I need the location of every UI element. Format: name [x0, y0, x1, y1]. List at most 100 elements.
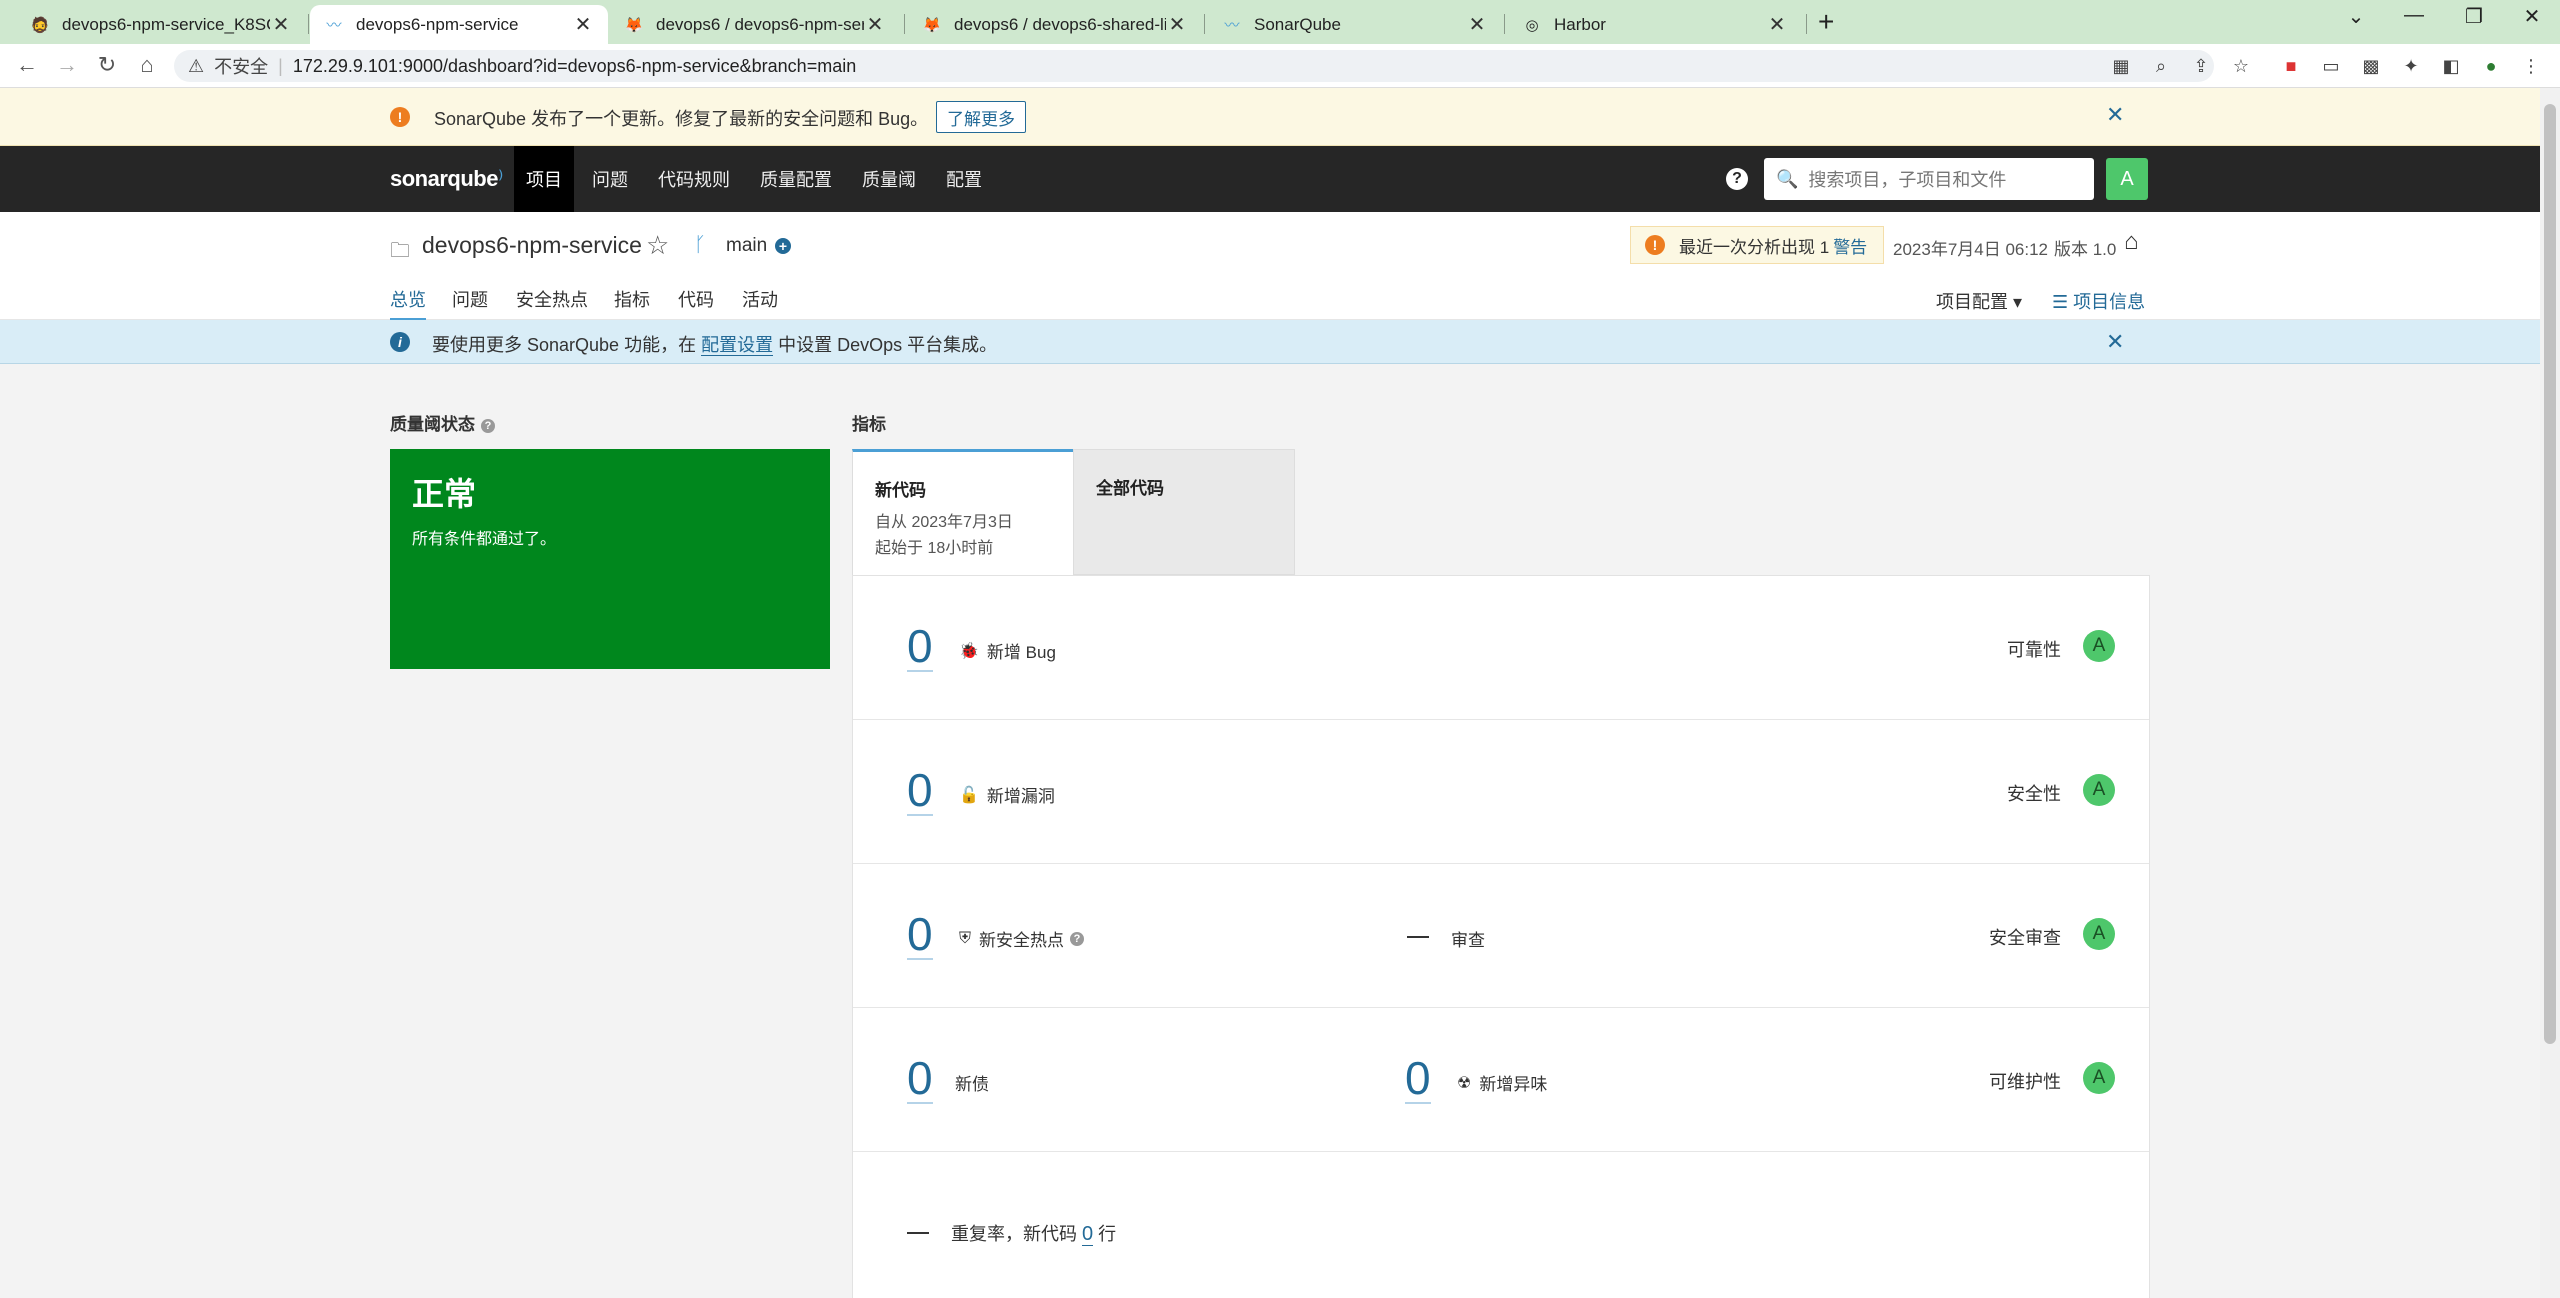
tab-code[interactable]: 代码 [678, 286, 714, 318]
tab-new-code[interactable]: 新代码 自从 2023年7月3日 起始于 18小时前 [852, 449, 1074, 575]
scrollbar[interactable] [2540, 88, 2560, 1298]
top-navigation: sonarqube⁾ 项目 问题 代码规则 质量配置 质量阈 配置 ? 🔍 搜索… [0, 146, 2540, 212]
browser-tab[interactable]: 🦊 devops6 / devops6-shared-lib ✕ [908, 5, 1202, 44]
security-rating[interactable]: A [2083, 774, 2115, 806]
search-icon: 🔍 [1776, 168, 1799, 189]
browser-tab[interactable]: 〰 SonarQube ✕ [1208, 5, 1502, 44]
tab-activity[interactable]: 活动 [742, 286, 778, 318]
zoom-icon[interactable]: ⌕ [2148, 53, 2174, 79]
scrollbar-thumb[interactable] [2544, 104, 2556, 1044]
help-icon[interactable]: ? [481, 419, 495, 433]
browser-tab[interactable]: 🧔 devops6-npm-service_K8SCI [ ✕ [16, 5, 306, 44]
project-name[interactable]: devops6-npm-service [422, 232, 642, 259]
extension-icon[interactable]: ■ [2278, 53, 2304, 79]
branch-name[interactable]: main [726, 235, 767, 257]
new-vulnerabilities-value[interactable]: 0 [907, 766, 933, 816]
browser-tab[interactable]: 🦊 devops6 / devops6-npm-servi ✕ [610, 5, 900, 44]
browser-tab-bar: 🧔 devops6-npm-service_K8SCI [ ✕ 〰 devops… [0, 0, 2560, 44]
new-tab-button[interactable]: + [1818, 6, 1834, 38]
nav-administration[interactable]: 配置 [934, 146, 994, 212]
duplication-lines-value[interactable]: 0 [1082, 1223, 1094, 1246]
back-icon[interactable]: ← [12, 52, 42, 78]
sidepanel-icon[interactable]: ◧ [2438, 53, 2464, 79]
tab-security-hotspots[interactable]: 安全热点 [516, 286, 588, 318]
close-icon[interactable]: ✕ [2106, 329, 2124, 355]
forward-icon[interactable]: → [52, 52, 82, 78]
settings-link[interactable]: 配置设置 [701, 335, 774, 356]
learn-more-button[interactable]: 了解更多 [936, 101, 1026, 133]
close-icon[interactable]: ✕ [1466, 12, 1488, 37]
warning-link[interactable]: 警告 [1833, 233, 1867, 258]
menu-icon[interactable]: ⋮ [2518, 53, 2544, 79]
warning-text: 最近一次分析出现 1 [1679, 237, 1830, 257]
browser-tab-active[interactable]: 〰 devops6-npm-service ✕ [310, 5, 608, 44]
new-code-smells-label: 新增异味 [1479, 1075, 1548, 1094]
tab-overall-code[interactable]: 全部代码 [1073, 449, 1295, 575]
nav-quality-gates[interactable]: 质量阈 [850, 146, 928, 212]
nav-rules[interactable]: 代码规则 [646, 146, 742, 212]
bookmark-star-icon[interactable]: ☆ [2228, 53, 2254, 79]
new-debt-value[interactable]: 0 [907, 1054, 933, 1104]
new-bugs-value[interactable]: 0 [907, 622, 933, 672]
restore-icon[interactable]: ❐ [2454, 4, 2494, 29]
nav-projects[interactable]: 项目 [514, 146, 574, 212]
home-icon[interactable]: ⌂ [132, 52, 162, 78]
nav-issues[interactable]: 问题 [580, 146, 640, 212]
share-icon[interactable]: ⇪ [2188, 53, 2214, 79]
search-input[interactable]: 🔍 搜索项目，子项目和文件 [1764, 158, 2094, 200]
extension-icon[interactable]: ▩ [2358, 53, 2384, 79]
update-banner: ! SonarQube 发布了一个更新。修复了最新的安全问题和 Bug。 ✕ [0, 88, 2540, 146]
analysis-warning: ! 最近一次分析出现 1 警告 [1630, 226, 1884, 264]
reliability-rating[interactable]: A [2083, 630, 2115, 662]
new-hotspots-value[interactable]: 0 [907, 910, 933, 960]
measure-row-security: 0 🔓 新增漏洞 安全性 A [853, 720, 2149, 864]
maintainability-rating[interactable]: A [2083, 1062, 2115, 1094]
sonarqube-icon: 〰 [326, 17, 342, 34]
avatar[interactable]: A [2106, 158, 2148, 200]
close-icon[interactable]: ✕ [270, 12, 292, 37]
puzzle-icon[interactable]: ✦ [2398, 53, 2424, 79]
tab-search-icon[interactable]: ⌄ [2336, 4, 2376, 29]
reviewed-label: 审查 [1451, 931, 1485, 950]
tab-issues[interactable]: 问题 [452, 286, 488, 318]
project-header: 🗀 devops6-npm-service ☆ ᚴ main + ! 最近一次分… [0, 212, 2540, 321]
url-field[interactable]: ⚠ 不安全 | 172.29.9.101:9000/dashboard?id=d… [174, 50, 2214, 82]
security-review-label: 安全审查 [1989, 928, 2061, 948]
new-vulnerabilities-label: 新增漏洞 [986, 787, 1055, 806]
measure-row-security-review: 0 ⛨ 新安全热点? 审查 安全审查 A [853, 864, 2149, 1008]
close-icon[interactable]: ✕ [1166, 12, 1188, 37]
close-icon[interactable]: ✕ [2106, 102, 2124, 128]
tab-new-code-label: 新代码 [875, 481, 926, 500]
help-icon[interactable]: ? [1726, 168, 1748, 190]
project-settings-dropdown[interactable]: 项目配置 ▾ [1936, 288, 2022, 314]
extension-icon[interactable]: ▭ [2318, 53, 2344, 79]
project-icon: 🗀 [390, 240, 410, 262]
tab-title: devops6-npm-service [356, 14, 519, 34]
reload-icon[interactable]: ↻ [92, 52, 122, 78]
tab-overview[interactable]: 总览 [390, 286, 426, 321]
add-branch-icon[interactable]: + [775, 238, 791, 254]
new-code-since: 自从 2023年7月3日 [875, 514, 1013, 531]
nav-quality-profiles[interactable]: 质量配置 [748, 146, 844, 212]
shield-icon: ⛨ [959, 929, 972, 947]
search-placeholder: 搜索项目，子项目和文件 [1808, 170, 2007, 190]
translate-icon[interactable]: ▦ [2108, 53, 2134, 79]
new-code-smells-value[interactable]: 0 [1405, 1054, 1431, 1104]
profile-icon[interactable]: ● [2478, 53, 2504, 79]
close-icon[interactable]: ✕ [572, 12, 594, 37]
sonarqube-logo[interactable]: sonarqube⁾ [390, 166, 503, 192]
security-review-rating[interactable]: A [2083, 918, 2115, 950]
favorite-star-icon[interactable]: ☆ [646, 230, 669, 261]
tab-measures[interactable]: 指标 [614, 286, 650, 318]
measure-row-maintainability: 0 新债 0 ☢ 新增异味 可维护性 A [853, 1008, 2149, 1152]
home-icon[interactable]: ⌂ [2124, 228, 2139, 256]
minimize-icon[interactable]: — [2394, 4, 2434, 27]
project-info-link[interactable]: ☰ 项目信息 [2052, 288, 2145, 314]
help-icon[interactable]: ? [1070, 931, 1085, 946]
close-icon[interactable]: ✕ [864, 12, 886, 37]
insecure-label[interactable]: 不安全 [214, 53, 268, 79]
browser-tab[interactable]: ◎ Harbor ✕ [1508, 5, 1802, 44]
window-close-icon[interactable]: ✕ [2512, 4, 2552, 29]
close-icon[interactable]: ✕ [1766, 12, 1788, 37]
info-banner: i 要使用更多 SonarQube 功能，在 配置设置 中设置 DevOps 平… [0, 320, 2540, 364]
